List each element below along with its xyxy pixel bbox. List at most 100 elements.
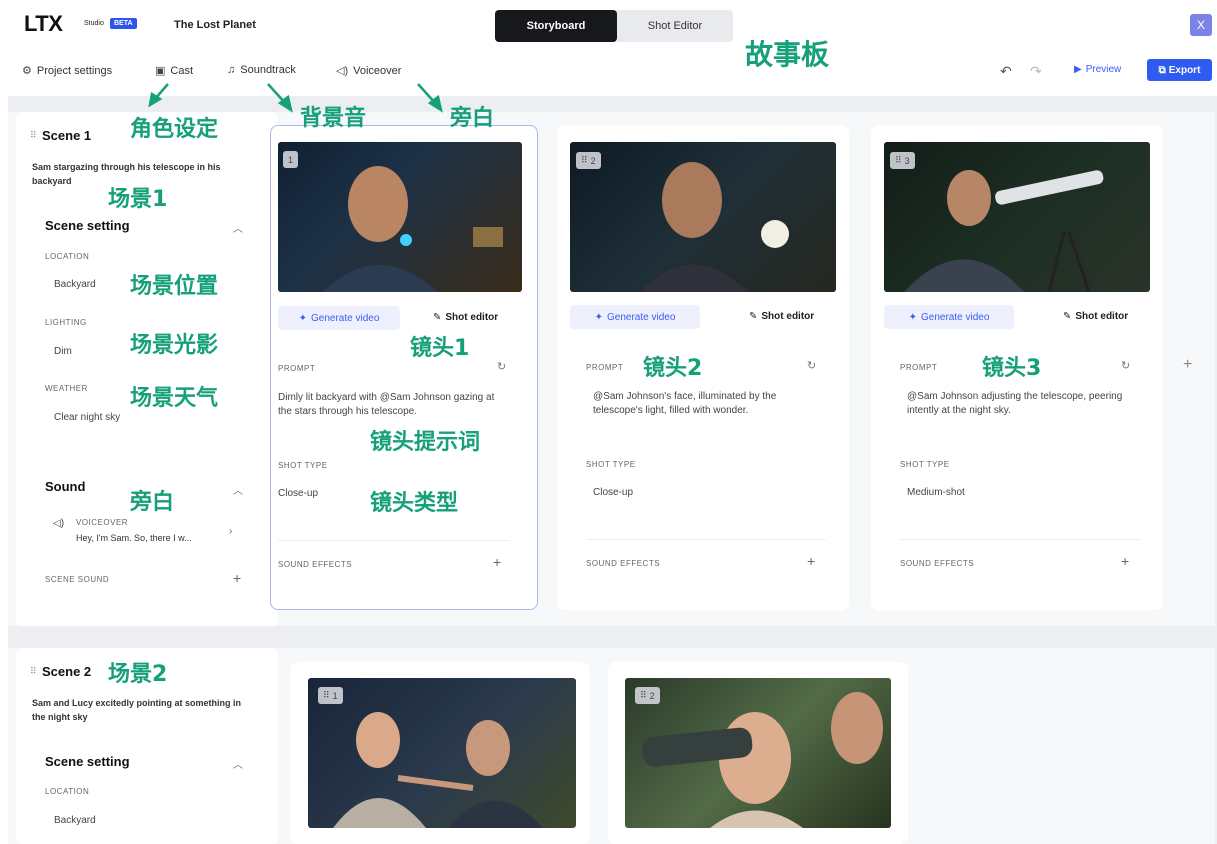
shot-1-type[interactable]: Close-up [278, 488, 318, 499]
chevron-up-icon[interactable]: ︿ [233, 220, 243, 235]
generate-video-button[interactable]: ✦ Generate video [570, 305, 700, 329]
beta-badge: BETA [110, 18, 137, 29]
drag-handle-icon: ⠿ [581, 155, 588, 165]
annotation-location: 场景位置 [130, 274, 219, 299]
sound-effects-label: SOUND EFFECTS [586, 559, 661, 568]
speaker-icon: ◁) [336, 65, 349, 77]
redo-icon[interactable]: ↷ [1030, 63, 1042, 80]
scene-2-shot-2-badge[interactable]: ⠿ 2 [635, 687, 660, 704]
top-bar: LTX Studio BETA The Lost Planet Storyboa… [0, 0, 1217, 96]
soundtrack-button[interactable]: ♫ Soundtrack [227, 64, 296, 76]
sound-heading: Sound [45, 479, 86, 494]
add-scene-sound-icon[interactable]: + [233, 570, 241, 586]
drag-handle-icon: ⠿ [895, 155, 902, 165]
annotation-cast: 角色设定 [130, 117, 219, 142]
shot-1-thumbnail[interactable]: 1 [278, 142, 522, 292]
shot-editor-button[interactable]: ✎ Shot editor [1063, 311, 1128, 322]
drag-handle-icon[interactable]: ⠿ [30, 666, 37, 677]
scene-sound-label: SCENE SOUND [45, 575, 110, 584]
add-shot-icon[interactable]: + [1183, 356, 1192, 374]
cast-button[interactable]: ▣ Cast [155, 64, 193, 78]
tab-shot-editor[interactable]: Shot Editor [617, 10, 733, 42]
scene-2-shot-2-thumbnail[interactable]: ⠿ 2 [625, 678, 891, 828]
generate-video-button[interactable]: ✦ Generate video [278, 306, 400, 330]
person-card-icon: ▣ [155, 65, 166, 77]
location-value[interactable]: Backyard [54, 279, 96, 290]
shot-1-prompt[interactable]: Dimly lit backyard with @Sam Johnson gaz… [278, 391, 500, 419]
shot-3-thumbnail[interactable]: ⠿ 3 [884, 142, 1150, 292]
scene-2-shot-card-1[interactable]: ⠿ 1 [290, 662, 590, 844]
scene-2-shot-1-badge[interactable]: ⠿ 1 [318, 687, 343, 704]
shot-1-image [323, 166, 503, 292]
app-logo: LTX [24, 11, 63, 37]
voiceover-button[interactable]: ◁) Voiceover [336, 64, 401, 78]
shot-3-badge[interactable]: ⠿ 3 [890, 152, 915, 169]
shot-card-1[interactable]: 1 ✦ Generate video ✎ Shot editor PROMPT … [270, 125, 538, 610]
refresh-icon[interactable]: ↻ [497, 360, 506, 373]
annotation-storyboard: 故事板 [745, 38, 830, 71]
location-label: LOCATION [45, 252, 90, 261]
shot-editor-label: Shot editor [761, 311, 815, 322]
scene-2-shot-card-2[interactable]: ⠿ 2 [608, 662, 908, 844]
shot-card-2[interactable]: ⠿ 2 ✦ Generate video ✎ Shot editor PROMP… [557, 125, 849, 610]
shot-1-number: 1 [288, 154, 294, 165]
annotation-shot2: 镜头2 [643, 356, 703, 381]
export-icon: ⧉ [1158, 64, 1166, 76]
shot-1-badge[interactable]: 1 [283, 151, 299, 168]
annotation-soundtrack: 背景音 [300, 106, 367, 131]
project-settings-button[interactable]: ⚙ Project settings [22, 64, 113, 78]
refresh-icon[interactable]: ↻ [807, 359, 816, 372]
add-sound-effect-icon[interactable]: + [493, 554, 501, 570]
shot-editor-button[interactable]: ✎ Shot editor [433, 312, 498, 323]
generate-video-button[interactable]: ✦ Generate video [884, 305, 1014, 329]
shot-3-prompt[interactable]: @Sam Johnson adjusting the telescope, pe… [907, 390, 1139, 418]
drag-handle-icon: ⠿ [640, 690, 647, 700]
location-label: LOCATION [45, 787, 90, 796]
scene-2-shot-2-number: 2 [649, 690, 655, 701]
tab-storyboard[interactable]: Storyboard [495, 10, 617, 42]
chevron-up-icon[interactable]: ︿ [233, 482, 243, 497]
add-sound-effect-icon[interactable]: + [1121, 553, 1129, 569]
chevron-right-icon[interactable]: › [229, 526, 232, 537]
location-value[interactable]: Backyard [54, 815, 96, 826]
sparkle-icon: ✦ [594, 311, 603, 323]
voiceover-text[interactable]: Hey, I'm Sam. So, there I w... [76, 533, 192, 543]
shot-2-prompt[interactable]: @Sam Johnson's face, illuminated by the … [593, 390, 825, 418]
shot-3-type[interactable]: Medium-shot [907, 487, 965, 498]
annotation-scene2: 场景2 [108, 662, 168, 687]
logo-text: LTX [24, 11, 63, 36]
shot-2-thumbnail[interactable]: ⠿ 2 [570, 142, 836, 292]
export-label: Export [1168, 64, 1201, 76]
project-title[interactable]: The Lost Planet [174, 19, 256, 31]
refresh-icon[interactable]: ↻ [1121, 359, 1130, 372]
scene-2-row: ⠿ Scene 2 Sam and Lucy excitedly pointin… [8, 648, 1215, 844]
annotation-sound: 旁白 [130, 490, 175, 515]
scene-1-title: Scene 1 [42, 128, 92, 143]
lighting-value[interactable]: Dim [54, 346, 72, 357]
shot-2-badge[interactable]: ⠿ 2 [576, 152, 601, 169]
generate-label: Generate video [311, 312, 380, 324]
shot-editor-label: Shot editor [445, 312, 499, 323]
weather-label: WEATHER [45, 384, 88, 393]
preview-label: Preview [1085, 64, 1122, 75]
music-note-icon: ♫ [227, 64, 236, 76]
undo-icon[interactable]: ↶ [1000, 63, 1012, 80]
soundtrack-label: Soundtrack [240, 64, 296, 76]
close-button[interactable]: X [1190, 14, 1212, 36]
weather-value[interactable]: Clear night sky [54, 412, 120, 423]
shot-3-image [904, 170, 1104, 292]
scene-setting-heading: Scene setting [45, 218, 130, 233]
speaker-icon: ◁) [53, 518, 65, 529]
edit-icon: ✎ [433, 312, 442, 323]
add-sound-effect-icon[interactable]: + [807, 553, 815, 569]
shot-2-type[interactable]: Close-up [593, 487, 633, 498]
export-button[interactable]: ⧉ Export [1147, 59, 1212, 81]
chevron-up-icon[interactable]: ︿ [233, 756, 243, 771]
drag-handle-icon[interactable]: ⠿ [30, 130, 37, 141]
divider [900, 539, 1140, 540]
project-settings-label: Project settings [36, 64, 113, 77]
scene-2-shot-1-thumbnail[interactable]: ⠿ 1 [308, 678, 576, 828]
shot-editor-button[interactable]: ✎ Shot editor [749, 311, 814, 322]
logo-studio: Studio [84, 20, 104, 27]
preview-button[interactable]: ▶ Preview [1074, 64, 1121, 75]
